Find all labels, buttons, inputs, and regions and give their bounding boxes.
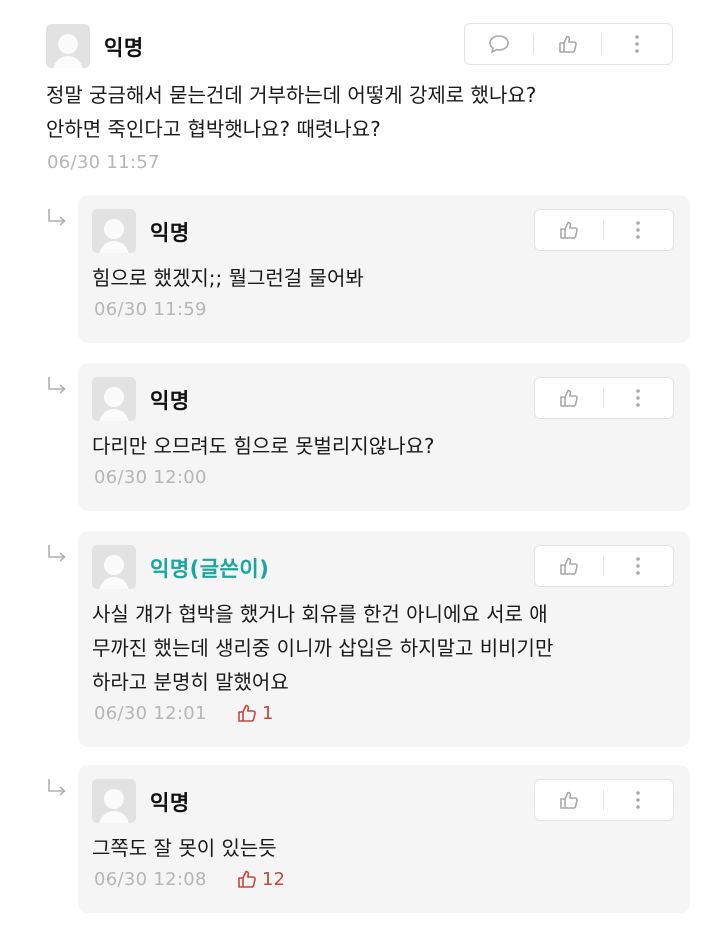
reply-actions — [534, 779, 674, 821]
vertical-ellipsis-icon — [636, 389, 641, 407]
like-button[interactable] — [535, 780, 603, 820]
reply-time: 06/30 12:01 — [94, 703, 207, 724]
reply-card: 익명 그쪽도 잘 못이 있는듯 06/30 12:08 12 — [78, 765, 690, 913]
thumbs-up-icon — [238, 870, 256, 888]
vertical-ellipsis-icon — [636, 791, 641, 809]
reply-text: 힘으로 했겠지;; 뭘그런걸 물어봐 — [92, 261, 364, 295]
reply-text-line: 힘으로 했겠지;; 뭘그런걸 물어봐 — [92, 266, 364, 290]
reply-text: 그쪽도 잘 못이 있는듯 — [92, 831, 277, 865]
more-button[interactable] — [604, 546, 674, 586]
reply-arrow-icon — [48, 545, 66, 562]
reply-text: 사실 걔가 협박을 했거나 회유를 한건 아니에요 서로 애무까진 했는데 생리… — [92, 597, 553, 699]
reply-time: 06/30 11:59 — [94, 299, 207, 320]
avatar — [92, 209, 136, 253]
like-button[interactable] — [535, 378, 603, 418]
like-count-value: 12 — [262, 868, 285, 890]
reply-author: 익명(글쓴이) — [150, 557, 270, 581]
reply-card: 익명(글쓴이) 사실 걔가 협박을 했거나 회유를 한건 아니에요 서로 애무까… — [78, 531, 690, 747]
comment-time: 06/30 11:57 — [47, 152, 160, 173]
reply-card: 익명 다리만 오므려도 힘으로 못벌리지않나요? 06/30 12:00 — [78, 363, 690, 511]
reply-text-line: 무까진 했는데 생리중 이니까 삽입은 하지말고 비비기만 — [92, 636, 554, 660]
thumbs-up-icon — [559, 389, 578, 407]
reply-actions — [534, 377, 674, 419]
reply-like-count: 12 — [236, 868, 285, 890]
comment-author: 익명 — [104, 36, 144, 60]
avatar — [92, 377, 136, 421]
comment-actions — [464, 23, 673, 65]
thumbs-up-icon — [559, 791, 578, 809]
thumbs-up-icon — [559, 221, 578, 239]
reply-time: 06/30 12:00 — [94, 467, 207, 488]
reply-actions — [534, 545, 674, 587]
like-button[interactable] — [534, 24, 602, 64]
more-button[interactable] — [604, 378, 674, 418]
thumbs-up-icon — [559, 557, 578, 575]
reply-text-line: 그쪽도 잘 못이 있는듯 — [92, 836, 277, 860]
vertical-ellipsis-icon — [636, 221, 641, 239]
reply-author: 익명 — [150, 389, 190, 413]
reply-text-line: 사실 걔가 협박을 했거나 회유를 한건 아니에요 서로 애 — [92, 602, 548, 626]
reply-text-line: 다리만 오므려도 힘으로 못벌리지않나요? — [92, 434, 435, 458]
reply-author: 익명 — [150, 221, 190, 245]
comment-text-line: 정말 궁금해서 묻는건데 거부하는데 어떻게 강제로 했나요? — [46, 83, 537, 107]
speech-bubble-icon — [489, 35, 509, 54]
more-button[interactable] — [602, 24, 672, 64]
thumbs-up-icon — [238, 704, 256, 722]
avatar — [46, 24, 90, 68]
more-button[interactable] — [604, 780, 674, 820]
like-button[interactable] — [535, 546, 603, 586]
reply-arrow-icon — [48, 377, 66, 394]
reply-author: 익명 — [150, 791, 190, 815]
reply-time: 06/30 12:08 — [94, 869, 207, 890]
reply-like-count: 1 — [236, 702, 273, 724]
reply-text-line: 하라고 분명히 말했어요 — [92, 670, 289, 694]
vertical-ellipsis-icon — [635, 35, 639, 53]
more-button[interactable] — [604, 210, 674, 250]
avatar — [92, 779, 136, 823]
vertical-ellipsis-icon — [636, 557, 641, 575]
like-button[interactable] — [535, 210, 603, 250]
reply-actions — [534, 209, 674, 251]
comment-text-line: 안하면 죽인다고 협박햇나요? 때렷나요? — [46, 117, 381, 141]
avatar — [92, 545, 136, 589]
comment-text: 정말 궁금해서 묻는건데 거부하는데 어떻게 강제로 했나요? 안하면 죽인다고… — [46, 78, 536, 146]
reply-arrow-icon — [48, 779, 66, 796]
reply-card: 익명 힘으로 했겠지;; 뭘그런걸 물어봐 06/30 11:59 — [78, 195, 690, 343]
reply-comment-button[interactable] — [465, 24, 533, 64]
reply-arrow-icon — [48, 209, 66, 226]
reply-text: 다리만 오므려도 힘으로 못벌리지않나요? — [92, 429, 435, 463]
like-count-value: 1 — [262, 702, 274, 724]
thumbs-up-icon — [558, 35, 577, 53]
